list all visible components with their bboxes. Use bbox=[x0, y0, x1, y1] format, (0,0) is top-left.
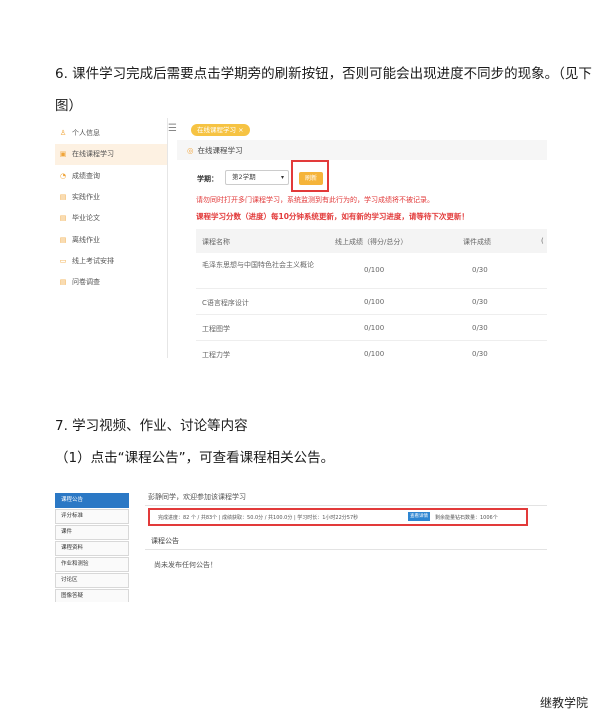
table-row[interactable]: C语言程序设计 0/100 0/30 bbox=[196, 289, 547, 315]
book-icon: ▣ bbox=[59, 150, 67, 159]
monitor-icon: ▭ bbox=[59, 256, 67, 265]
sidebar-item-label: 问卷调查 bbox=[72, 278, 100, 287]
header-more: ( bbox=[541, 237, 544, 245]
sidebar-item-label: 成绩查询 bbox=[72, 171, 100, 180]
course-name: 工程图学 bbox=[202, 325, 230, 333]
tab-online-course-learning[interactable]: 在线课程学习 × bbox=[191, 124, 250, 136]
watermark: 继教学院 bbox=[539, 696, 588, 710]
sidebar-item[interactable]: ▤ 问卷调查 bbox=[55, 272, 167, 293]
refresh-button[interactable]: 刷新 bbox=[299, 172, 323, 185]
sidebar-item-label: 毕业论文 bbox=[72, 214, 100, 223]
course-name: C语言程序设计 bbox=[202, 299, 249, 307]
energy-diamonds: 剩余能量钻石数量：1006个 bbox=[435, 515, 498, 521]
header-course-name: 课程名称 bbox=[202, 238, 230, 246]
sidebar-item[interactable]: ▤ 毕业论文 bbox=[55, 208, 167, 229]
section-title: 课程公告 bbox=[151, 537, 179, 545]
sidebar-item-label: 实践作业 bbox=[72, 192, 100, 201]
page-title: ◎ 在线课程学习 bbox=[187, 145, 243, 156]
header-courseware-score: 课件成绩 bbox=[463, 238, 491, 246]
screenshot-online-course-learning: ♙ 个人信息 ▣ 在线课程学习 ◔ 成绩查询 ▤ 实践作业 ▤ 毕业论文 ▤ 离线作业 ▭ 线上考试安排 ▤… bbox=[55, 118, 547, 358]
table-row[interactable]: 毛泽东思想与中国特色社会主义概论 0/100 0/30 bbox=[196, 253, 547, 289]
sidebar-item[interactable]: ▭ 线上考试安排 bbox=[55, 251, 167, 272]
course-nav-item[interactable]: 课程公告 bbox=[55, 493, 129, 508]
term-label: 学期： bbox=[197, 175, 218, 183]
course-nav-item[interactable]: 评分标准 bbox=[55, 509, 129, 524]
chevron-down-icon: ▾ bbox=[280, 174, 284, 181]
page-title-text: 在线课程学习 bbox=[197, 146, 243, 155]
online-score: 0/100 bbox=[364, 266, 385, 274]
section-7-heading: 7. 学习视频、作业、讨论等内容 bbox=[55, 418, 248, 434]
table-row[interactable]: 工程图学 0/100 0/30 bbox=[196, 315, 547, 341]
course-nav-item[interactable]: 讨论区 bbox=[55, 573, 129, 588]
clipboard-icon: ▤ bbox=[59, 192, 67, 201]
sidebar-item[interactable]: ▤ 实践作业 bbox=[55, 187, 167, 208]
menu-icon[interactable]: ☰ bbox=[168, 123, 177, 134]
divider bbox=[145, 505, 547, 506]
course-nav-item[interactable]: 课件 bbox=[55, 525, 129, 540]
survey-icon: ▤ bbox=[59, 278, 67, 287]
welcome-text: 彭静同学，欢迎参加该课程学习 bbox=[148, 493, 246, 501]
target-icon: ◎ bbox=[187, 146, 194, 155]
section-6-line-1: 6. 课件学习完成后需要点击学期旁的刷新按钮，否则可能会出现进度不同步的现象。（… bbox=[55, 66, 592, 82]
progress-summary: 完成进度：82 个 / 共83个 | 成绩获取：50.0分 / 共100.0分 … bbox=[158, 515, 359, 521]
screenshot-course-announcements: 课程公告 评分标准 课件 课程资料 作业和测验 讨论区 图像答疑 彭静同学，欢迎参加该课程学… bbox=[55, 487, 547, 602]
chart-icon: ◔ bbox=[59, 171, 67, 180]
sidebar-item-label: 个人信息 bbox=[72, 129, 100, 137]
sidebar-item[interactable]: ▤ 离线作业 bbox=[55, 230, 167, 251]
courseware-score: 0/30 bbox=[472, 324, 488, 332]
sidebar-item-label: 在线课程学习 bbox=[72, 150, 114, 159]
header-online-score: 线上成绩（得分/总分） bbox=[335, 238, 408, 246]
course-name: 工程力学 bbox=[202, 351, 230, 358]
sidebar-item[interactable]: ♙ 个人信息 bbox=[55, 123, 167, 144]
online-score: 0/100 bbox=[364, 298, 385, 306]
sidebar-item-label: 线上考试安排 bbox=[72, 256, 114, 265]
sidebar-item[interactable]: ▣ 在线课程学习 bbox=[55, 144, 167, 166]
sidebar: ♙ 个人信息 ▣ 在线课程学习 ◔ 成绩查询 ▤ 实践作业 ▤ 毕业论文 ▤ 离线作业 ▭ 线上考试安排 ▤… bbox=[55, 118, 167, 358]
courseware-score: 0/30 bbox=[472, 266, 488, 274]
sidebar-divider bbox=[167, 118, 168, 358]
term-select-value: 第2学期 bbox=[232, 173, 256, 181]
section-7-step-1: （1）点击“课程公告”，可查看课程相关公告。 bbox=[55, 450, 335, 466]
term-select[interactable]: 第2学期 ▾ bbox=[225, 170, 289, 185]
online-score: 0/100 bbox=[364, 350, 385, 358]
user-icon: ♙ bbox=[59, 129, 67, 137]
file-icon: ▤ bbox=[59, 235, 67, 244]
course-nav-item[interactable]: 图像答疑 bbox=[55, 589, 129, 602]
divider bbox=[145, 549, 547, 550]
sidebar-item[interactable]: ◔ 成绩查询 bbox=[55, 166, 167, 187]
document-icon: ▤ bbox=[59, 214, 67, 223]
warning-text: 请勿同时打开多门课程学习，系统监测到有此行为的，学习成绩将不被记录。 bbox=[196, 196, 434, 204]
update-notice: 课程学习分数（进度）每10分钟系统更新，如有新的学习进度，请等待下次更新！ bbox=[196, 212, 469, 221]
view-details-button[interactable]: 查看详情 bbox=[408, 512, 430, 521]
table-row[interactable]: 工程力学 0/100 0/30 bbox=[196, 341, 547, 358]
section-6-line-2: 图） bbox=[55, 98, 82, 114]
course-nav-item[interactable]: 课程资料 bbox=[55, 541, 129, 556]
table-header: 课程名称 线上成绩（得分/总分） 课件成绩 ( bbox=[196, 229, 547, 253]
courseware-score: 0/30 bbox=[472, 350, 488, 358]
courseware-score: 0/30 bbox=[472, 298, 488, 306]
online-score: 0/100 bbox=[364, 324, 385, 332]
empty-state: 尚未发布任何公告！ bbox=[154, 561, 217, 569]
sidebar-item-label: 离线作业 bbox=[72, 235, 100, 244]
course-name: 毛泽东思想与中国特色社会主义概论 bbox=[202, 261, 314, 269]
course-nav-item[interactable]: 作业和测验 bbox=[55, 557, 129, 572]
